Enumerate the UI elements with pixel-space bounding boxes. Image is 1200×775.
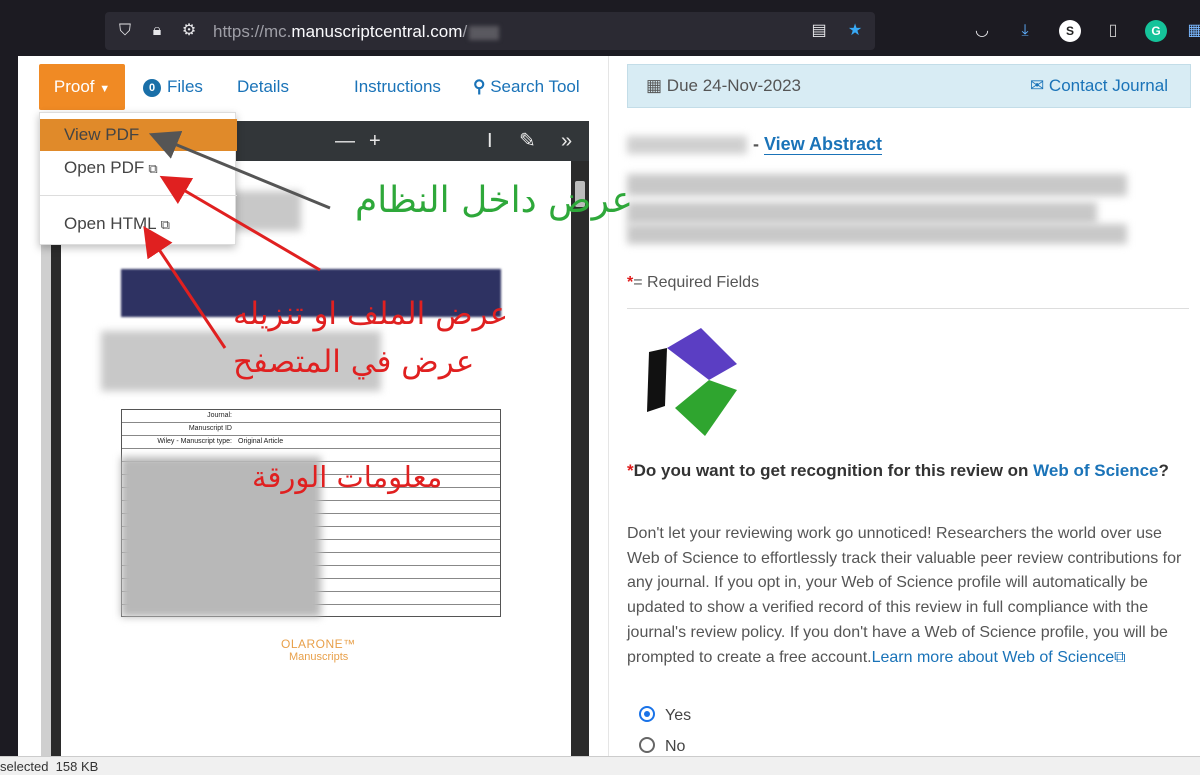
tab-details[interactable]: Details: [237, 77, 289, 97]
radio-no-control[interactable]: [639, 737, 655, 753]
url-bar[interactable]: ⛉ 🔒︎ ⚙ https://mc.manuscriptcentral.com/…: [105, 12, 875, 50]
clarivate-logo: [647, 328, 737, 436]
learn-more-link[interactable]: Learn more about Web of Science⧉: [872, 649, 1126, 666]
url-text[interactable]: https://mc.manuscriptcentral.com/: [213, 22, 500, 42]
proof-dropdown-button[interactable]: Proof ▼: [39, 64, 125, 110]
calendar-icon: ▦: [646, 76, 663, 95]
menu-item-open-html[interactable]: Open HTML ⧉: [40, 208, 237, 240]
annotation-view-or-download: عرض الملف او تنزيله: [233, 296, 509, 332]
wos-question: *Do you want to get recognition for this…: [627, 461, 1169, 480]
blurred-manuscript-id: [627, 136, 747, 155]
text-select-icon[interactable]: I: [487, 130, 493, 152]
menu-item-view-pdf[interactable]: View PDF: [40, 119, 237, 151]
annotate-pen-icon[interactable]: ✎: [519, 130, 536, 152]
radio-yes[interactable]: Yes: [639, 706, 691, 725]
table-row: Manuscript ID: [122, 423, 500, 436]
lock-icon[interactable]: 🔒︎: [147, 21, 167, 41]
due-date-bar: ▦ Due 24-Nov-2023 ✉ Contact Journal: [627, 64, 1191, 108]
tab-search-tool[interactable]: ⚲ Search Tool: [473, 77, 580, 97]
external-link-icon: ⧉: [160, 217, 170, 232]
table-row: Wiley - Manuscript type: Original Article: [122, 436, 500, 449]
annotation-view-in-system: عرض داخل النظام: [355, 180, 633, 221]
blurred-title-line: [627, 174, 1127, 196]
annotation-paper-info: معلومات الورقة: [252, 460, 443, 494]
search-icon: ⚲: [473, 77, 486, 96]
web-of-science-link[interactable]: Web of Science: [1033, 461, 1158, 480]
view-abstract-link[interactable]: View Abstract: [764, 134, 883, 155]
permissions-icon[interactable]: ⚙: [179, 21, 199, 41]
due-date: ▦ Due 24-Nov-2023: [646, 76, 801, 95]
review-panel: ▦ Due 24-Nov-2023 ✉ Contact Journal - Vi…: [608, 56, 1200, 756]
screenshot-root: ⛉ 🔒︎ ⚙ https://mc.manuscriptcentral.com/…: [0, 0, 1200, 775]
wos-description: Don't let your reviewing work go unnotic…: [627, 525, 1182, 666]
reader-mode-icon[interactable]: ▤: [809, 21, 829, 41]
grammarly-extension-icon[interactable]: G: [1145, 20, 1167, 42]
tab-files[interactable]: 0 Files: [143, 77, 203, 97]
proof-tabs: Proof ▼ 0 Files Details Instructions ⚲ Se…: [39, 64, 619, 110]
left-window-edge: [0, 56, 18, 756]
tab-instructions[interactable]: Instructions: [354, 77, 441, 97]
radio-yes-control[interactable]: [639, 706, 655, 722]
envelope-icon: ✉: [1029, 76, 1045, 95]
zoom-out-icon[interactable]: —: [335, 130, 355, 152]
divider: [627, 308, 1189, 309]
annotation-view-in-browser: عرض في المتصفح: [233, 344, 475, 380]
contact-journal-link[interactable]: ✉ Contact Journal: [1030, 76, 1168, 96]
external-link-icon: ⧉: [148, 161, 158, 176]
extension-icon[interactable]: ▦: [1184, 20, 1200, 42]
table-row: Journal:: [122, 410, 500, 423]
zoom-in-icon[interactable]: +: [369, 130, 381, 152]
blurred-title-line: [627, 202, 1097, 224]
pocket-icon[interactable]: ◡: [971, 20, 993, 42]
download-icon[interactable]: ⤓: [1014, 20, 1036, 42]
menu-divider: [40, 195, 237, 196]
browser-toolbar: ⛉ 🔒︎ ⚙ https://mc.manuscriptcentral.com/…: [0, 0, 1200, 56]
external-link-icon: ⧉: [1114, 648, 1126, 666]
shield-icon[interactable]: ⛉: [115, 21, 135, 41]
status-text: selected 158 KB: [0, 759, 99, 774]
scholarone-logo: OLARONE™: [281, 637, 356, 651]
proof-dropdown-menu: View PDF Open PDF ⧉ Open HTML ⧉: [39, 112, 237, 245]
pdf-scrollbar[interactable]: [571, 161, 589, 761]
document-icon[interactable]: ▯: [1102, 20, 1124, 42]
blurred-title-line: [627, 224, 1127, 244]
radio-no[interactable]: No: [639, 737, 685, 756]
caret-down-icon: ▼: [99, 83, 111, 95]
manuscript-title-row: - View Abstract: [627, 134, 883, 155]
bookmark-star-icon[interactable]: ★: [845, 21, 865, 41]
scholarone-logo-sub: Manuscripts: [289, 651, 349, 663]
status-bar: selected 158 KB: [0, 756, 1200, 775]
more-tools-icon[interactable]: »: [561, 130, 572, 152]
files-count-badge: 0: [143, 79, 161, 97]
profile-avatar[interactable]: S: [1059, 20, 1081, 42]
menu-item-open-pdf[interactable]: Open PDF ⧉: [40, 152, 237, 184]
required-fields-note: *= Required Fields: [627, 274, 760, 291]
